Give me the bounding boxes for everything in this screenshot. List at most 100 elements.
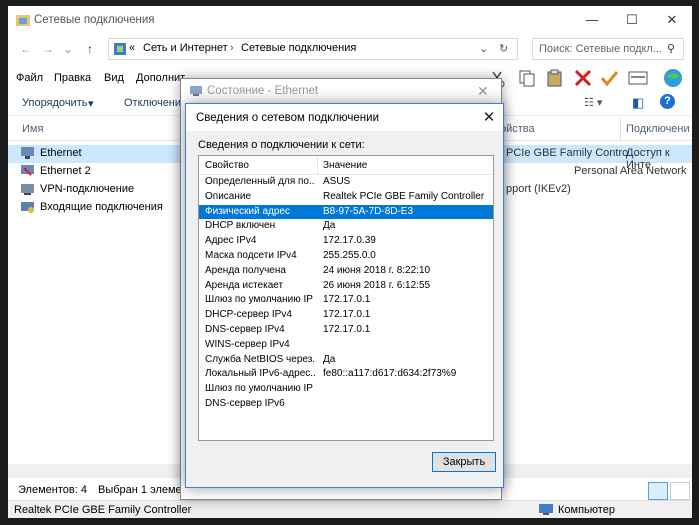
details-row[interactable]: WINS-сервер IPv4	[199, 338, 493, 353]
details-row[interactable]: Описание Realtek PCIe GBE Family Controll…	[199, 190, 493, 205]
search-input[interactable]: Поиск: Сетевые подкл...	[539, 43, 662, 55]
details-bar: Realtek PCIe GBE Family Controller Компь…	[8, 500, 692, 518]
paste-icon[interactable]	[546, 69, 564, 87]
column-property[interactable]: Свойство	[205, 160, 249, 171]
property-value: 172.17.0.39	[323, 235, 376, 247]
details-row[interactable]: Аренда истекает 26 июня 2018 г. 6:12:55	[199, 279, 493, 294]
status-dialog-title: Состояние - Ethernet	[207, 85, 319, 97]
refresh-button[interactable]: ↻	[499, 42, 508, 55]
vpn-icon	[21, 184, 34, 195]
search-box[interactable]: Поиск: Сетевые подкл... ⚲	[532, 38, 684, 60]
property-name: DHCP-сервер IPv4	[205, 309, 292, 321]
connection-device: pport (IKEv2)	[506, 183, 571, 195]
details-row[interactable]: Локальный IPv6-адрес... fe80::a117:d617:d…	[199, 367, 493, 382]
property-value: Да	[323, 220, 336, 232]
column-value[interactable]: Значение	[323, 160, 367, 171]
recent-locations-button[interactable]: ⌄	[60, 40, 76, 58]
details-view-icon[interactable]	[648, 482, 668, 500]
details-dialog-close-button[interactable]: ✕	[478, 107, 500, 129]
globe-icon[interactable]	[662, 67, 684, 89]
details-row[interactable]: Шлюз по умолчанию IP 172.17.0.1	[199, 293, 493, 308]
breadcrumb-chevrons[interactable]: «	[129, 42, 135, 54]
property-value: 24 июня 2018 г. 8:22:10	[323, 264, 431, 276]
properties-icon[interactable]	[628, 69, 648, 87]
property-value: Да	[323, 353, 336, 365]
up-button[interactable]: ↑	[82, 40, 98, 58]
ethernet-adapter-icon	[21, 147, 34, 159]
details-caption: Сведения о подключении к сети:	[198, 139, 365, 151]
disable-device-button[interactable]: Отключени	[124, 97, 181, 109]
property-name: Маска подсети IPv4	[205, 250, 297, 261]
property-name: Аренда истекает	[205, 279, 284, 291]
status-dialog-close-button[interactable]: ✕	[477, 83, 489, 100]
network-folder-icon	[16, 15, 30, 26]
details-row[interactable]: Определенный для по... ASUS	[199, 175, 493, 190]
address-row: ← → ⌄ ↑ « Сеть и Интернет › Сетевые подк…	[8, 36, 692, 64]
property-name: DNS-сервер IPv4	[205, 324, 285, 335]
property-name: DHCP включен	[205, 220, 276, 232]
property-name: Аренда получена	[205, 264, 286, 276]
zone-computer: Компьютер	[558, 504, 615, 516]
apply-check-icon[interactable]	[600, 69, 618, 87]
title-bar[interactable]: Сетевые подключения — ☐ ✕	[8, 6, 692, 34]
organize-chevron-down-icon[interactable]: ▾	[88, 97, 94, 110]
item-count: Элементов: 4	[18, 484, 87, 496]
property-name: Физический адрес	[205, 205, 290, 217]
connection-name: Ethernet 2	[40, 165, 91, 177]
change-view-button[interactable]: ☷ ▾	[584, 96, 602, 109]
close-button[interactable]: ✕	[652, 6, 692, 34]
details-row[interactable]: DHCP включен Да	[199, 219, 493, 234]
details-row[interactable]: DNS-сервер IPv4 172.17.0.1	[199, 323, 493, 338]
search-icon[interactable]: ⚲	[667, 42, 675, 55]
address-bar[interactable]: « Сеть и Интернет › Сетевые подключения …	[108, 38, 518, 60]
connection-name: VPN-подключение	[40, 183, 135, 195]
organize-button[interactable]: Упорядочить	[22, 97, 87, 109]
details-row[interactable]: DNS-сервер IPv6	[199, 397, 493, 412]
column-divider[interactable]	[317, 156, 318, 174]
breadcrumb-network-connections[interactable]: Сетевые подключения	[241, 42, 356, 54]
breadcrumb-separator: ›	[230, 42, 234, 54]
details-row[interactable]: Адрес IPv4 172.17.0.39	[199, 234, 493, 249]
column-device[interactable]: ойства	[500, 123, 535, 135]
incoming-connections-icon	[21, 202, 34, 213]
help-icon[interactable]: ?	[660, 94, 675, 109]
details-list[interactable]: Свойство Значение Определенный для по...…	[198, 155, 494, 441]
details-row[interactable]: DHCP-сервер IPv4 172.17.0.1	[199, 308, 493, 323]
address-dropdown-button[interactable]: ⌄	[479, 42, 488, 55]
property-value: ASUS	[323, 176, 351, 187]
menu-edit[interactable]: Правка	[54, 72, 91, 84]
column-divider[interactable]	[620, 118, 621, 140]
details-row[interactable]: Физический адрес B8-97-5A-7D-8D-E3	[199, 204, 493, 220]
maximize-button[interactable]: ☐	[612, 6, 652, 34]
forward-button[interactable]: →	[40, 40, 56, 58]
breadcrumb-network-internet[interactable]: Сеть и Интернет	[143, 42, 228, 54]
large-icons-view-icon[interactable]	[670, 482, 690, 500]
details-row[interactable]: Аренда получена 24 июня 2018 г. 8:22:10	[199, 264, 493, 279]
selected-count: Выбран 1 элемент	[98, 484, 193, 496]
property-name: Служба NetBIOS через...	[205, 353, 315, 365]
property-name: Шлюз по умолчанию IP	[205, 383, 313, 395]
property-value: Realtek PCIe GBE Family Controller	[323, 190, 485, 202]
control-panel-icon	[114, 43, 126, 55]
details-row[interactable]: Служба NetBIOS через... Да	[199, 353, 493, 368]
details-row[interactable]: Шлюз по умолчанию IP	[199, 382, 493, 397]
property-name: WINS-сервер IPv4	[205, 338, 290, 350]
column-connectivity[interactable]: Подключени	[626, 123, 690, 135]
back-button[interactable]: ←	[18, 40, 34, 58]
delete-icon[interactable]	[574, 69, 592, 87]
property-name: Описание	[205, 190, 252, 202]
menu-more[interactable]: Дополнит	[136, 72, 185, 84]
menu-view[interactable]: Вид	[104, 72, 124, 84]
property-value: 172.17.0.1	[323, 294, 371, 306]
menu-file[interactable]: Файл	[16, 72, 43, 84]
details-dialog-title: Сведения о сетевом подключении	[196, 112, 380, 124]
connection-device: Personal Area Network	[574, 165, 687, 177]
preview-pane-icon[interactable]: ◧	[632, 95, 644, 111]
copy-icon[interactable]	[518, 69, 536, 87]
close-dialog-button[interactable]: Закрыть	[432, 452, 496, 472]
column-name[interactable]: Имя	[22, 123, 43, 135]
details-row[interactable]: Маска подсети IPv4 255.255.0.0	[199, 249, 493, 264]
connection-device: PCIe GBE Family Contro...	[506, 147, 638, 159]
property-name: Шлюз по умолчанию IP	[205, 294, 313, 306]
minimize-button[interactable]: —	[572, 6, 612, 34]
